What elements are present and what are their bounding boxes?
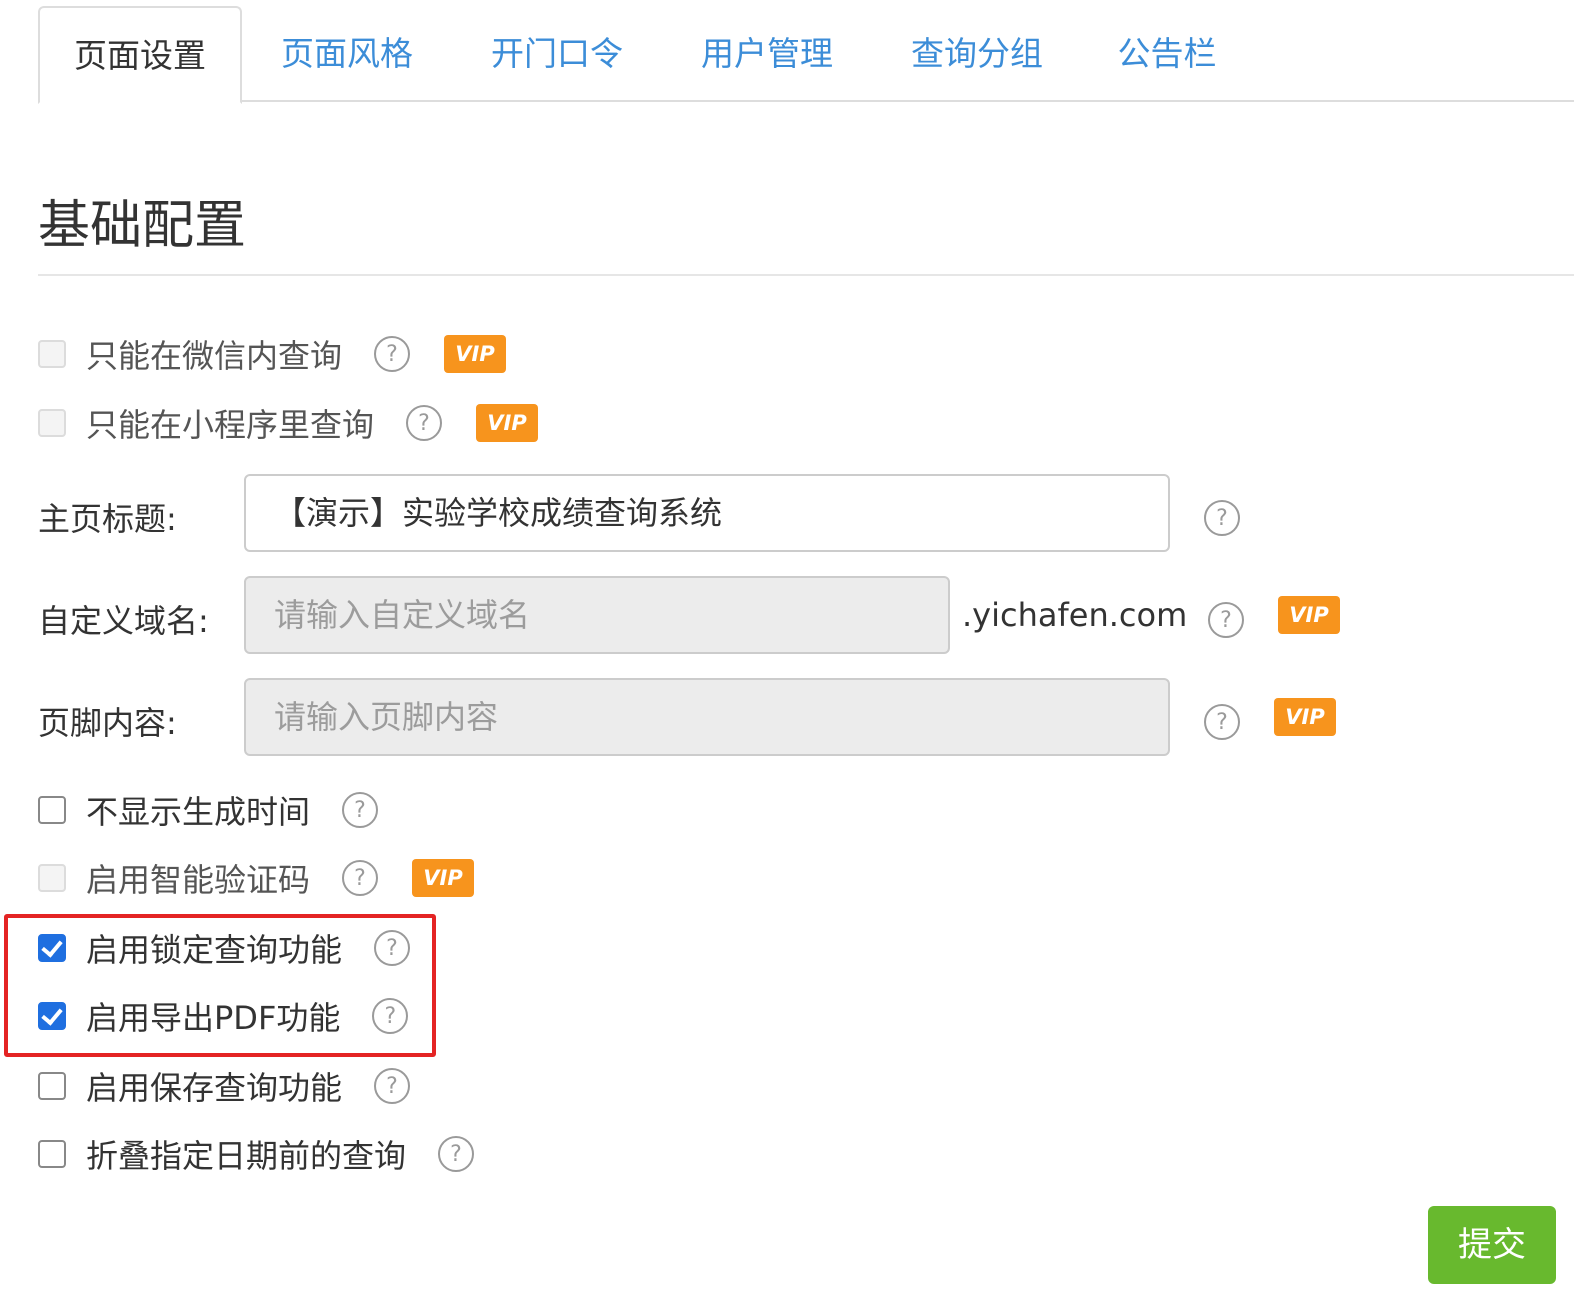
homepage-title-label: 主页标题: xyxy=(38,500,177,538)
hide-generated-time-label: 不显示生成时间 xyxy=(86,793,311,831)
vip-badge: VIP xyxy=(444,335,507,373)
option-save-query: 启用保存查询功能 ? xyxy=(38,1056,411,1116)
option-smart-captcha: 启用智能验证码 ? VIP xyxy=(38,848,475,908)
tab-bar: 页面设置 页面风格 开门口令 用户管理 查询分组 公告栏 xyxy=(38,6,1574,104)
wechat-only-label: 只能在微信内查询 xyxy=(86,337,343,375)
option-miniprogram-only: 只能在小程序里查询 ? VIP xyxy=(38,393,539,453)
vip-badge: VIP xyxy=(476,404,539,442)
help-icon[interactable]: ? xyxy=(1204,500,1240,536)
homepage-title-input[interactable]: 【演示】实验学校成绩查询系统 xyxy=(244,474,1170,552)
option-hide-generated-time: 不显示生成时间 ? xyxy=(38,780,379,840)
smart-captcha-checkbox[interactable] xyxy=(38,864,66,892)
vip-badge: VIP xyxy=(1274,698,1336,736)
vip-badge: VIP xyxy=(1278,596,1340,634)
help-icon[interactable]: ? xyxy=(342,860,379,896)
custom-domain-input[interactable]: 请输入自定义域名 xyxy=(244,576,950,654)
collapse-before-date-label: 折叠指定日期前的查询 xyxy=(86,1137,407,1175)
collapse-before-date-checkbox[interactable] xyxy=(38,1140,66,1168)
save-query-checkbox[interactable] xyxy=(38,1072,66,1100)
tab-page-style[interactable]: 页面风格 xyxy=(242,6,452,102)
domain-suffix: .yichafen.com xyxy=(962,596,1188,634)
help-icon[interactable]: ? xyxy=(438,1136,475,1172)
help-icon[interactable]: ? xyxy=(374,336,411,372)
tab-page-settings[interactable]: 页面设置 xyxy=(38,6,242,104)
vip-badge: VIP xyxy=(412,859,475,897)
tab-query-groups[interactable]: 查询分组 xyxy=(872,6,1082,102)
save-query-label: 启用保存查询功能 xyxy=(86,1069,343,1107)
submit-button[interactable]: 提交 xyxy=(1428,1206,1556,1284)
help-icon[interactable]: ? xyxy=(374,1068,411,1104)
help-icon[interactable]: ? xyxy=(406,405,443,441)
help-icon[interactable]: ? xyxy=(1208,602,1244,638)
section-divider xyxy=(38,274,1574,276)
section-title: 基础配置 xyxy=(38,196,247,256)
miniprogram-only-checkbox[interactable] xyxy=(38,409,66,437)
settings-page: 页面设置 页面风格 开门口令 用户管理 查询分组 公告栏 基础配置 只能在微信内… xyxy=(0,0,1574,1296)
highlight-box xyxy=(4,914,436,1057)
option-wechat-only: 只能在微信内查询 ? VIP xyxy=(38,324,507,384)
miniprogram-only-label: 只能在小程序里查询 xyxy=(86,406,375,444)
smart-captcha-label: 启用智能验证码 xyxy=(86,861,311,899)
help-icon[interactable]: ? xyxy=(1204,704,1240,740)
option-collapse-before-date: 折叠指定日期前的查询 ? xyxy=(38,1124,475,1184)
tab-door-password[interactable]: 开门口令 xyxy=(452,6,662,102)
footer-content-label: 页脚内容: xyxy=(38,704,177,742)
tab-bulletin-board[interactable]: 公告栏 xyxy=(1082,6,1252,102)
hide-generated-time-checkbox[interactable] xyxy=(38,796,66,824)
footer-content-input[interactable]: 请输入页脚内容 xyxy=(244,678,1170,756)
help-icon[interactable]: ? xyxy=(342,792,379,828)
tab-user-management[interactable]: 用户管理 xyxy=(662,6,872,102)
custom-domain-label: 自定义域名: xyxy=(38,602,209,640)
wechat-only-checkbox[interactable] xyxy=(38,340,66,368)
